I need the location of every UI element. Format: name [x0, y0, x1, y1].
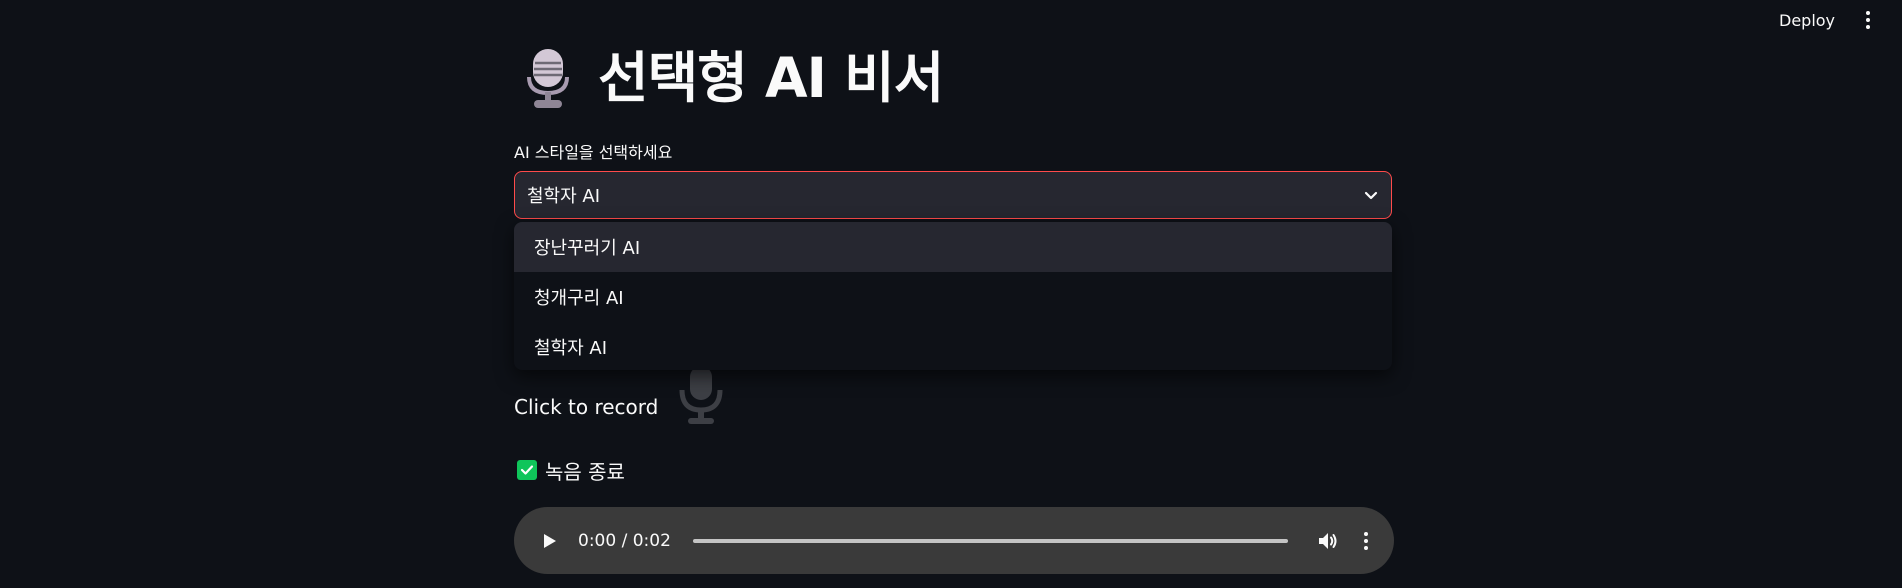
audio-time: 0:00 / 0:02: [578, 530, 671, 551]
app-header: Deploy: [0, 0, 1902, 40]
volume-icon[interactable]: [1316, 529, 1340, 553]
record-microphone-icon[interactable]: [678, 366, 724, 426]
recorder: Click to record: [514, 366, 724, 426]
select-value: 철학자 AI: [527, 186, 601, 207]
audio-progress-bar[interactable]: [692, 538, 1288, 543]
stop-recording-checkbox[interactable]: [517, 460, 537, 480]
dropdown-option-prankster[interactable]: 장난꾸러기 AI: [514, 222, 1392, 272]
play-icon[interactable]: [540, 532, 558, 550]
select-label: AI 스타일을 선택하세요: [514, 143, 673, 162]
title-text: 선택형 AI 비서: [598, 45, 944, 110]
checkbox-label: 녹음 종료: [545, 459, 625, 484]
dropdown-option-contrarian[interactable]: 청개구리 AI: [514, 272, 1392, 322]
page-title: 선택형 AI 비서: [524, 42, 944, 114]
record-label: Click to record: [514, 395, 659, 419]
deploy-button[interactable]: Deploy: [1773, 8, 1841, 32]
chevron-up-icon: [1364, 191, 1378, 200]
dropdown-option-philosopher[interactable]: 철학자 AI: [514, 322, 1392, 370]
audio-player: 0:00 / 0:02: [514, 507, 1394, 574]
more-options-icon[interactable]: [1358, 529, 1374, 553]
microphone-icon: [527, 49, 569, 108]
stop-recording-checkbox-row: 녹음 종료: [517, 456, 625, 484]
check-icon: [520, 465, 534, 475]
ai-style-select[interactable]: 철학자 AI: [514, 171, 1392, 219]
main-menu-icon[interactable]: [1858, 8, 1878, 32]
select-dropdown: 장난꾸러기 AI 청개구리 AI 철학자 AI: [514, 222, 1392, 370]
